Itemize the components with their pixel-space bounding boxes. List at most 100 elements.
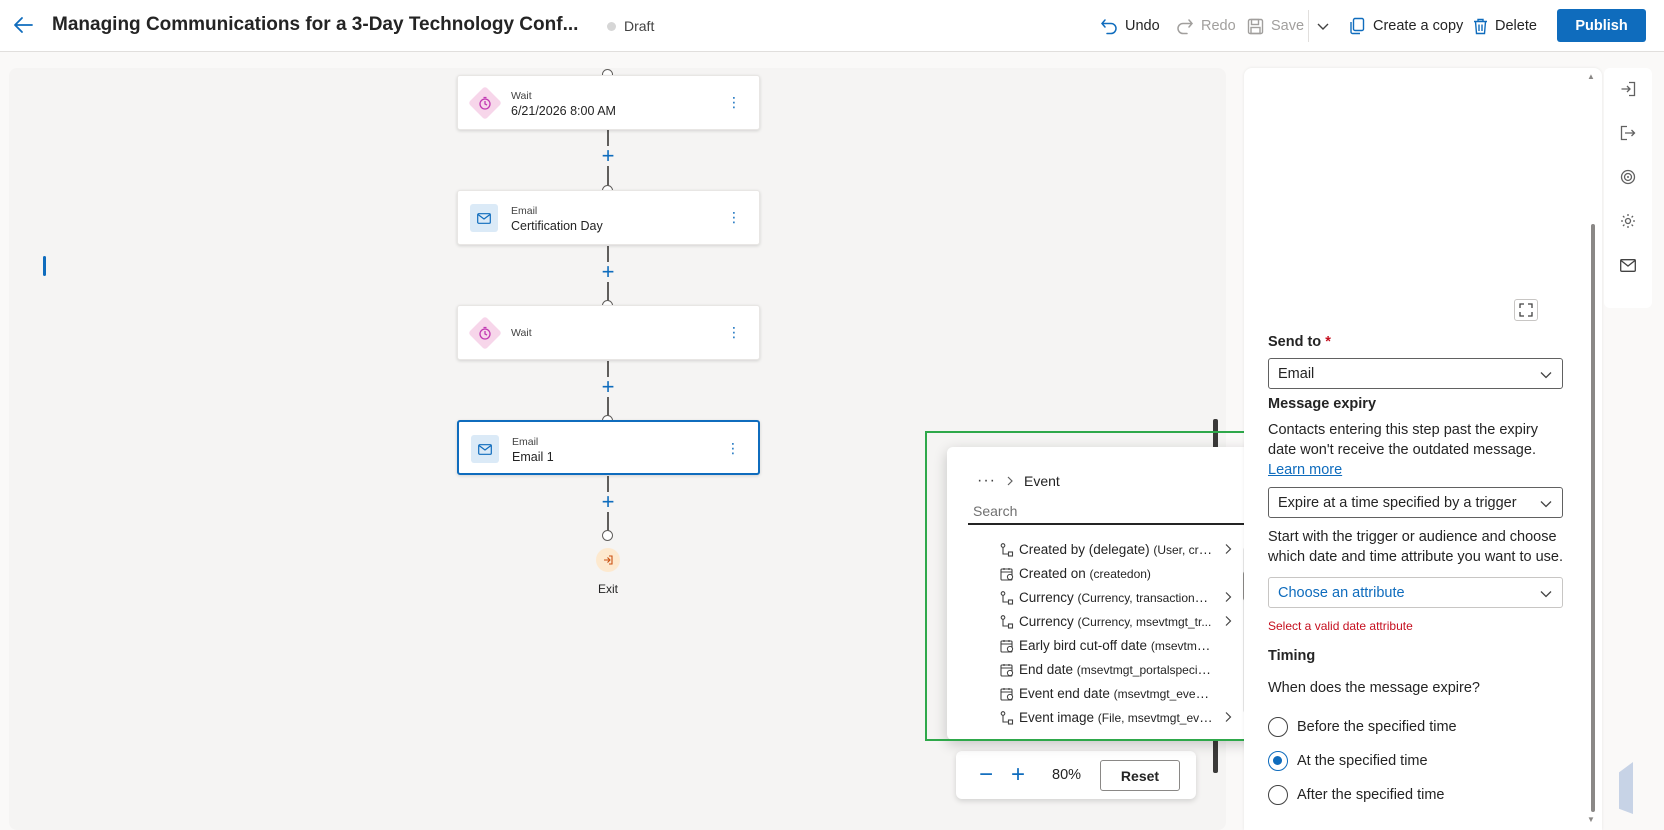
step-type-label: Wait (511, 90, 532, 102)
attribute-list-item[interactable]: Event image (File, msevtmgt_eve... (947, 706, 1247, 730)
step-type-label: Email (511, 205, 538, 217)
attribute-list-item[interactable]: End date (msevtmgt_portalspecifice... (947, 658, 1247, 682)
chevron-right-icon[interactable] (1224, 591, 1232, 606)
create-copy-button[interactable]: Create a copy (1349, 14, 1463, 38)
expand-icon[interactable] (1514, 299, 1538, 321)
redo-icon (1177, 19, 1193, 35)
attribute-label: Event end date (msevtmgt_evente... (1019, 686, 1214, 701)
expiry-type-dropdown[interactable]: Expire at a time specified by a trigger (1268, 487, 1563, 518)
delete-label: Delete (1495, 18, 1537, 34)
scroll-down-arrow-icon[interactable]: ▼ (1587, 815, 1595, 824)
target-icon[interactable] (1616, 165, 1640, 189)
learn-more-link[interactable]: Learn more (1268, 462, 1342, 478)
exit-label: Exit (598, 582, 619, 596)
send-to-text: Send to (1268, 334, 1322, 350)
properties-scrollbar[interactable] (1591, 224, 1595, 812)
radio-button[interactable] (1268, 785, 1288, 805)
relation-icon (1000, 543, 1014, 557)
add-step-plus-icon[interactable]: + (598, 376, 618, 398)
undo-button[interactable]: Undo (1100, 14, 1160, 38)
attribute-name: Currency (1019, 614, 1078, 629)
step-card-email[interactable]: Email Certification Day ⋮ (457, 190, 760, 245)
attribute-label: Event image (File, msevtmgt_eve... (1019, 710, 1214, 725)
relation-icon (1000, 591, 1014, 605)
zoom-reset-button[interactable]: Reset (1100, 760, 1180, 791)
radio-button[interactable] (1268, 717, 1288, 737)
more-options-icon[interactable]: ⋮ (727, 324, 741, 341)
gear-icon[interactable] (1616, 209, 1640, 233)
calendar-icon (1000, 639, 1014, 653)
redo-button[interactable]: Redo (1176, 14, 1236, 38)
back-arrow-icon[interactable] (10, 12, 36, 38)
radio-before-specified-time[interactable]: Before the specified time (1268, 717, 1457, 737)
radio-at-specified-time[interactable]: At the specified time (1268, 751, 1428, 771)
zoom-out-button[interactable]: − (974, 761, 998, 789)
save-button[interactable]: Save (1247, 14, 1304, 38)
delete-button[interactable]: Delete (1473, 14, 1537, 38)
attribute-name: Created on (1019, 566, 1090, 581)
trash-icon (1474, 18, 1487, 34)
attribute-detail: (createdon) (1089, 567, 1151, 581)
attribute-name: Currency (1019, 590, 1078, 605)
attribute-list-item[interactable]: Early bird cut-off date (msevtmgt... (947, 634, 1247, 658)
radio-label: At the specified time (1297, 753, 1428, 769)
attribute-list-item[interactable]: Created by (delegate) (User, cre... (947, 538, 1247, 562)
radio-label: After the specified time (1297, 787, 1445, 803)
attribute-picker-panel: ··· Event Created by (delegate) (User, c… (947, 447, 1254, 740)
status-label: Draft (624, 18, 655, 34)
step-card-email-selected[interactable]: Email Email 1 ⋮ (457, 420, 760, 475)
step-type-label: Wait (511, 327, 532, 339)
attribute-label: Early bird cut-off date (msevtmgt... (1019, 638, 1214, 653)
choose-attribute-dropdown[interactable]: Choose an attribute (1268, 577, 1563, 608)
undo-icon (1101, 19, 1117, 35)
more-options-icon[interactable]: ⋮ (727, 94, 741, 111)
timing-label: Timing (1268, 648, 1316, 664)
sign-in-icon[interactable] (1616, 77, 1640, 101)
side-rail (1604, 68, 1652, 308)
attribute-list-item[interactable]: Created on (createdon) (947, 562, 1247, 586)
wait-timer-icon (468, 86, 502, 120)
send-to-dropdown[interactable]: Email (1268, 358, 1563, 389)
relation-icon (1000, 615, 1014, 629)
chevron-right-icon[interactable] (1224, 711, 1232, 726)
step-name-label: Email 1 (512, 450, 554, 464)
step-card-wait[interactable]: Wait ⋮ (457, 305, 760, 360)
sign-out-icon[interactable] (1616, 121, 1640, 145)
attribute-list-item[interactable]: Event end date (msevtmgt_evente... (947, 682, 1247, 706)
radio-after-specified-time[interactable]: After the specified time (1268, 785, 1445, 805)
attribute-detail: (Currency, transactioncu... (1077, 591, 1214, 605)
scroll-up-arrow-icon[interactable]: ▲ (1587, 72, 1595, 81)
attribute-list-item[interactable]: Currency (Currency, msevtmgt_tr... (947, 610, 1247, 634)
chevron-right-icon[interactable] (1224, 615, 1232, 630)
more-options-icon[interactable]: ⋮ (726, 440, 740, 457)
required-marker: * (1325, 334, 1331, 350)
relation-icon (1000, 711, 1014, 725)
chevron-right-icon[interactable] (1224, 543, 1232, 558)
more-options-icon[interactable]: ⋮ (727, 209, 741, 226)
step-card-wait[interactable]: Wait 6/21/2026 8:00 AM ⋮ (457, 75, 760, 130)
expiry-type-value: Expire at a time specified by a trigger (1278, 494, 1517, 511)
attribute-detail: (msevtmgt_portalspecifice... (1076, 663, 1214, 677)
add-step-plus-icon[interactable]: + (598, 261, 618, 283)
more-breadcrumb-icon[interactable]: ··· (977, 472, 996, 490)
attribute-name: Created by (delegate) (1019, 542, 1154, 557)
add-step-plus-icon[interactable]: + (598, 145, 618, 167)
save-options-dropdown[interactable] (1316, 14, 1330, 38)
attribute-name: Event end date (1019, 686, 1114, 701)
mail-icon[interactable] (1616, 253, 1640, 277)
step-name-label: Certification Day (511, 219, 603, 233)
publish-button[interactable]: Publish (1557, 9, 1646, 42)
chevron-down-icon (1317, 23, 1329, 30)
zoom-level: 80% (1052, 767, 1082, 783)
help-widget-tab[interactable] (1619, 762, 1633, 814)
attribute-list-item[interactable]: Currency (Currency, transactioncu... (947, 586, 1247, 610)
add-step-plus-icon[interactable]: + (598, 491, 618, 513)
calendar-icon (1000, 687, 1014, 701)
wait-timer-icon (468, 316, 502, 350)
attribute-search-input[interactable] (968, 498, 1245, 525)
radio-button-checked[interactable] (1268, 751, 1288, 771)
undo-label: Undo (1125, 18, 1160, 34)
copy-icon (1350, 17, 1365, 35)
status-dot-icon (607, 21, 616, 31)
zoom-in-button[interactable]: + (1006, 761, 1030, 789)
